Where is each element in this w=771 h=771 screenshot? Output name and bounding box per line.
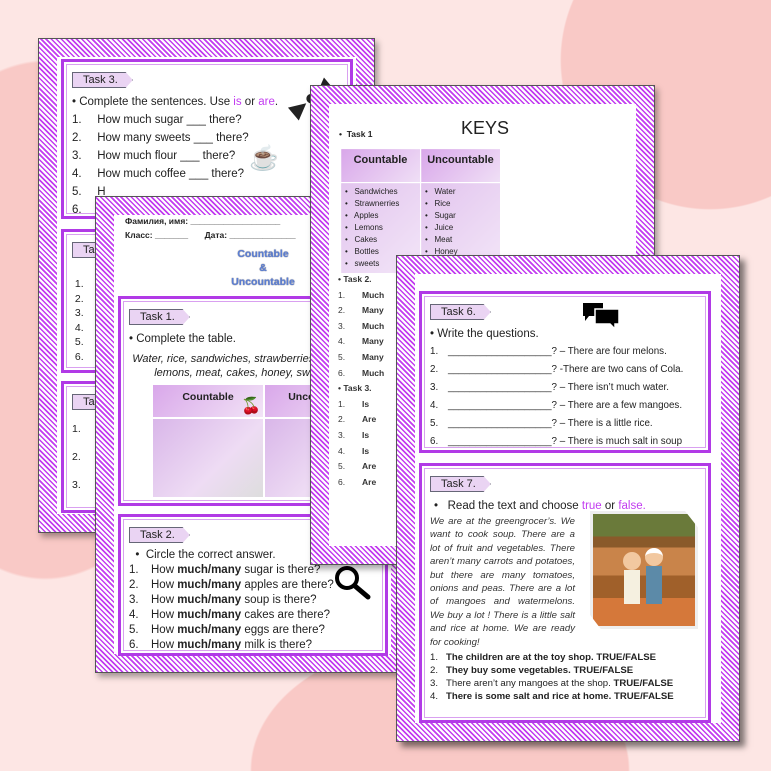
student-fields: Фамилия, имя: ___________________ Класс:… (125, 214, 296, 242)
coffee-cup-icon: ☕ (249, 145, 279, 172)
table-cell-countable[interactable] (153, 419, 263, 497)
list-item: 4. ___________________? – There are a few… (430, 400, 683, 411)
list-item: 1. The children are at the toy shop. TRUE… (430, 652, 657, 664)
task-tag: Task 3. (72, 72, 133, 88)
list-item: 5. ___________________? – There is a litt… (430, 418, 653, 429)
task-tag: Task 2. (129, 527, 190, 543)
list-item: 2. They buy some vegetables. TRUE/FALSE (430, 665, 634, 677)
true-false-list: 1. The children are at the toy shop. TRUE… (430, 651, 700, 703)
list-item: 1. ___________________? – There are four … (430, 346, 667, 357)
list-item: 2. How many sweets ___ there? (72, 132, 249, 144)
worksheet-tasks-6-7: Task 6. • Write the questions. 1. _______… (396, 255, 740, 742)
cherry-icon: 🍒 (241, 398, 261, 415)
list-item: 4. How much coffee ___ there? (72, 168, 245, 180)
list-item: 6. ___________________? – There is much s… (430, 436, 683, 447)
speech-bubbles-icon (583, 303, 620, 331)
list-item: 5. How much/many eggs are there? (129, 624, 325, 636)
task6-list: 1. ___________________? – There are four … (430, 343, 700, 450)
name-field[interactable]: Фамилия, имя: ___________________ (125, 214, 296, 228)
list-item: 3. There aren’t any mangoes at the shop. … (430, 678, 674, 690)
keys-header-uncountable: Uncountable (420, 148, 501, 183)
list-item: 3. How much flour ___ there? (72, 150, 236, 162)
list-item: 2. ___________________? -There are two ca… (430, 364, 684, 375)
date-field[interactable]: Дата: ______________ (205, 230, 296, 240)
class-field[interactable]: Класс: _______ (125, 230, 188, 240)
class-date-row: Класс: _______ Дата: ______________ (125, 228, 296, 242)
list-item: 3. ___________________? – There isn’t muc… (430, 382, 669, 393)
task7-box: Task 7. • Read the text and choose true … (419, 463, 711, 723)
keys-task1-label: • Task 1 (339, 129, 373, 139)
reading-text: We are at the greengrocer’s. We want to … (430, 516, 575, 648)
list-item: 4. How much/many cakes are there? (129, 609, 330, 621)
keys-header-countable: Countable (340, 148, 421, 183)
list-item: 4. There is some salt and rice at home. T… (430, 691, 674, 703)
task-tag: Task 6. (430, 304, 491, 320)
task-tag: Task 1. (129, 309, 190, 325)
task6-box: Task 6. • Write the questions. 1. _______… (419, 291, 711, 453)
keys-title: KEYS (461, 118, 510, 138)
instruction: • Write the questions. (430, 328, 539, 340)
magnifier-icon (335, 566, 371, 600)
keys-task2: • Task 2. 1. Much 2. Many 3. Much 4. Many 5. Many… (338, 274, 385, 487)
task-tag: Task 7. (430, 476, 491, 492)
greengrocer-picture (590, 511, 698, 629)
list-item: 6. How much/many milk is there? (129, 639, 313, 651)
